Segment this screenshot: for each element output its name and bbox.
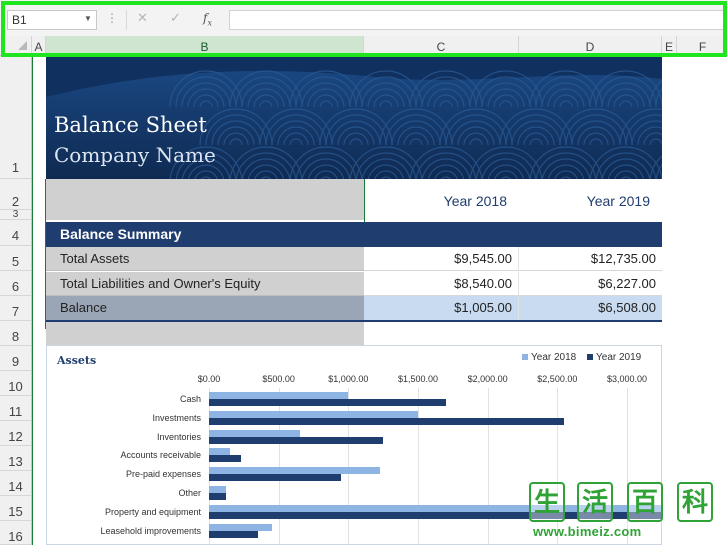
confirm-icon[interactable]: ✓	[170, 10, 181, 26]
row-label-balance[interactable]: Balance	[46, 296, 364, 320]
table-bottom-border	[46, 320, 662, 322]
row-header-11[interactable]: 11	[0, 396, 31, 421]
divider	[126, 10, 127, 30]
bar-2019[interactable]	[209, 474, 342, 482]
gridline	[418, 388, 419, 544]
cell-b2[interactable]	[46, 179, 364, 210]
row-header-14[interactable]: 14	[0, 471, 31, 496]
category-label: Investments	[152, 412, 201, 423]
row-header-4[interactable]: 4	[0, 220, 31, 246]
x-tick-label: $1,000.00	[328, 374, 369, 384]
column-header-e[interactable]: E	[662, 36, 677, 56]
title-banner: Balance Sheet Company Name	[46, 57, 662, 179]
row-header-13[interactable]: 13	[0, 446, 31, 471]
x-tick-label: $3,000.00	[606, 374, 648, 384]
bar-2018[interactable]	[209, 410, 418, 418]
row-header-column: 1 2 3 4 5 6 7 8 9 10 11 12 13 14 15 16	[0, 57, 32, 545]
row-header-1[interactable]: 1	[0, 57, 31, 179]
value-total-liabilities-2019[interactable]: $6,227.00	[519, 272, 662, 296]
value-total-assets-2019[interactable]: $12,735.00	[519, 247, 662, 271]
gridline	[487, 388, 489, 544]
x-tick-label: $2,000.00	[467, 374, 508, 384]
row-header-10[interactable]: 10	[0, 371, 31, 396]
bar-2019[interactable]	[209, 493, 226, 500]
banner-title: Balance Sheet	[54, 113, 207, 137]
row-header-15[interactable]: 15	[0, 496, 31, 521]
chevron-down-icon[interactable]: ▼	[84, 14, 92, 23]
column-header-row: A B C D E F	[0, 36, 728, 56]
value-total-assets-2018[interactable]: $9,545.00	[364, 247, 519, 271]
category-label: Other	[178, 488, 201, 498]
x-tick-label: $0.00	[197, 374, 221, 384]
row-header-2[interactable]: 2	[0, 179, 31, 210]
formula-input[interactable]	[229, 10, 724, 30]
row-label-total-liabilities[interactable]: Total Liabilities and Owner's Equity	[46, 272, 364, 296]
cell-b8[interactable]	[46, 321, 364, 345]
more-options-icon[interactable]: ⋮	[106, 11, 118, 25]
column-header-f[interactable]: F	[677, 36, 728, 56]
bar-2018[interactable]	[209, 467, 381, 475]
category-label: Inventories	[156, 431, 201, 442]
selection-border-right	[364, 179, 365, 222]
section-header-fill[interactable]	[364, 222, 662, 247]
row-header-8[interactable]: 8	[0, 321, 31, 346]
row-header-7[interactable]: 7	[0, 296, 31, 321]
value-balance-2018[interactable]: $1,005.00	[364, 296, 519, 320]
bar-2019[interactable]	[209, 455, 242, 463]
value-total-liabilities-2018[interactable]: $8,540.00	[364, 272, 519, 296]
watermark: 生 活 百 科 www.bimeiz.com	[527, 482, 727, 545]
row-header-5[interactable]: 5	[0, 246, 31, 271]
x-tick-label: $500.00	[262, 374, 295, 384]
banner-subtitle: Company Name	[54, 143, 216, 167]
bar-2018[interactable]	[209, 392, 349, 399]
cell-b3[interactable]	[46, 210, 364, 220]
watermark-url: www.bimeiz.com	[533, 524, 642, 539]
value-balance-2019[interactable]: $6,508.00	[519, 296, 662, 320]
bar-2019[interactable]	[209, 436, 384, 444]
select-all-corner[interactable]	[0, 36, 32, 56]
column-header-c[interactable]: C	[364, 36, 519, 56]
selection-border	[45, 179, 46, 329]
column-header-b[interactable]: B	[46, 36, 364, 56]
section-title[interactable]: Balance Summary	[46, 222, 364, 247]
category-label: Property and equipment	[104, 506, 201, 517]
category-label: Pre-paid expenses	[125, 469, 201, 480]
bar-2018[interactable]	[209, 486, 226, 493]
category-label: Accounts receivable	[120, 450, 201, 461]
bar-2019[interactable]	[209, 530, 258, 538]
watermark-char-3: 百	[627, 482, 663, 522]
year-header-2019[interactable]: Year 2019	[519, 189, 656, 213]
category-label: Leasehold improvements	[100, 525, 201, 536]
watermark-char-1: 生	[529, 482, 565, 522]
cancel-icon[interactable]: ✕	[137, 10, 148, 26]
x-tick-label: $2,500.00	[537, 374, 578, 384]
row-header-16[interactable]: 16	[0, 521, 31, 545]
column-header-a[interactable]: A	[32, 36, 46, 56]
year-header-2018[interactable]: Year 2018	[364, 189, 513, 213]
insert-function-icon[interactable]: fx	[203, 11, 212, 27]
row-header-3[interactable]: 3	[0, 210, 31, 220]
row-header-6[interactable]: 6	[0, 271, 31, 296]
bar-2018[interactable]	[209, 448, 230, 456]
category-label: Cash	[179, 394, 201, 404]
watermark-char-2: 活	[577, 482, 613, 522]
bar-2019[interactable]	[209, 417, 565, 425]
formula-bar: B1 ▼ ⋮ ✕ ✓ fx	[0, 0, 728, 36]
row-header-9[interactable]: 9	[0, 346, 31, 371]
watermark-char-4: 科	[677, 482, 713, 522]
row-header-12[interactable]: 12	[0, 421, 31, 446]
row-label-total-assets[interactable]: Total Assets	[46, 247, 364, 271]
bar-2018[interactable]	[209, 523, 272, 531]
column-header-d[interactable]: D	[519, 36, 662, 56]
x-tick-label: $1,500.00	[397, 374, 439, 384]
bar-2018[interactable]	[209, 429, 300, 437]
bar-2019[interactable]	[209, 399, 446, 406]
column-a-boundary	[32, 57, 33, 545]
